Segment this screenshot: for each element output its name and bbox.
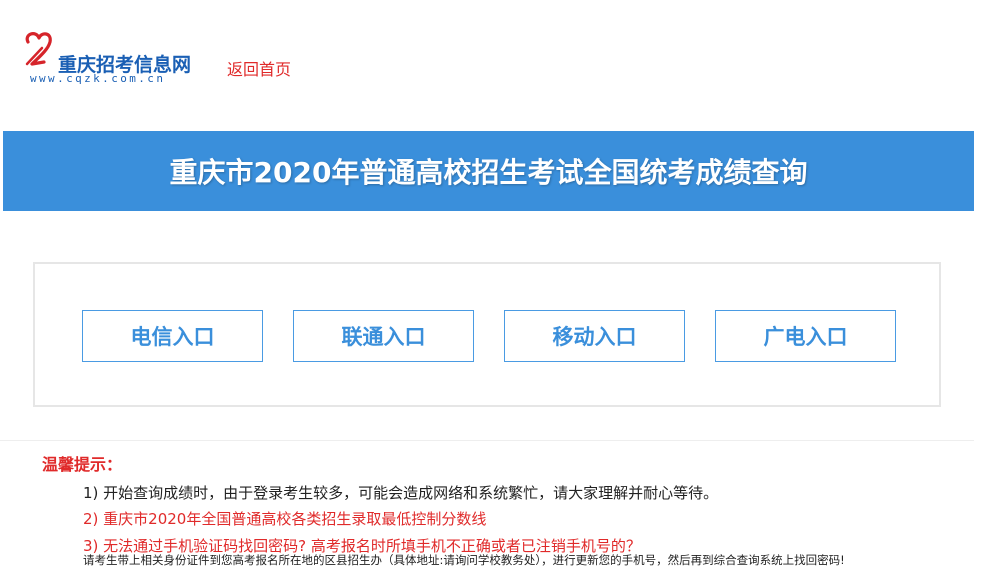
tips-title: 温馨提示： [42,455,123,474]
entry-panel: 电信入口 联通入口 移动入口 广电入口 [33,262,941,407]
logo-mark-icon [25,32,52,66]
back-to-home-link[interactable]: 返回首页 [227,56,291,80]
section-divider [0,440,974,441]
header: 重庆招考信息网 www.cqzk.com.cn 返回首页 [0,0,990,110]
tip-note: 请考生带上相关身份证件到您高考报名所在地的区县招生办（具体地址:请询问学校教务处… [83,553,845,567]
page-title: 重庆市2020年普通高校招生考试全国统考成绩查询 [169,156,808,189]
unicom-entry-button[interactable]: 联通入口 [293,310,474,362]
mobile-entry-button[interactable]: 移动入口 [504,310,685,362]
tip-item: 1) 开始查询成绩时，由于登录考生较多，可能会造成网络和系统繁忙，请大家理解并耐… [83,484,719,502]
broadcast-entry-button[interactable]: 广电入口 [715,310,896,362]
telecom-entry-button[interactable]: 电信入口 [82,310,263,362]
logo-site-url: www.cqzk.com.cn [30,72,166,85]
page-banner: 重庆市2020年普通高校招生考试全国统考成绩查询 [3,131,974,211]
site-logo[interactable]: 重庆招考信息网 www.cqzk.com.cn [22,28,207,86]
tip-item-cutoff-scores-link[interactable]: 2) 重庆市2020年全国普通高校各类招生录取最低控制分数线 [83,508,486,529]
